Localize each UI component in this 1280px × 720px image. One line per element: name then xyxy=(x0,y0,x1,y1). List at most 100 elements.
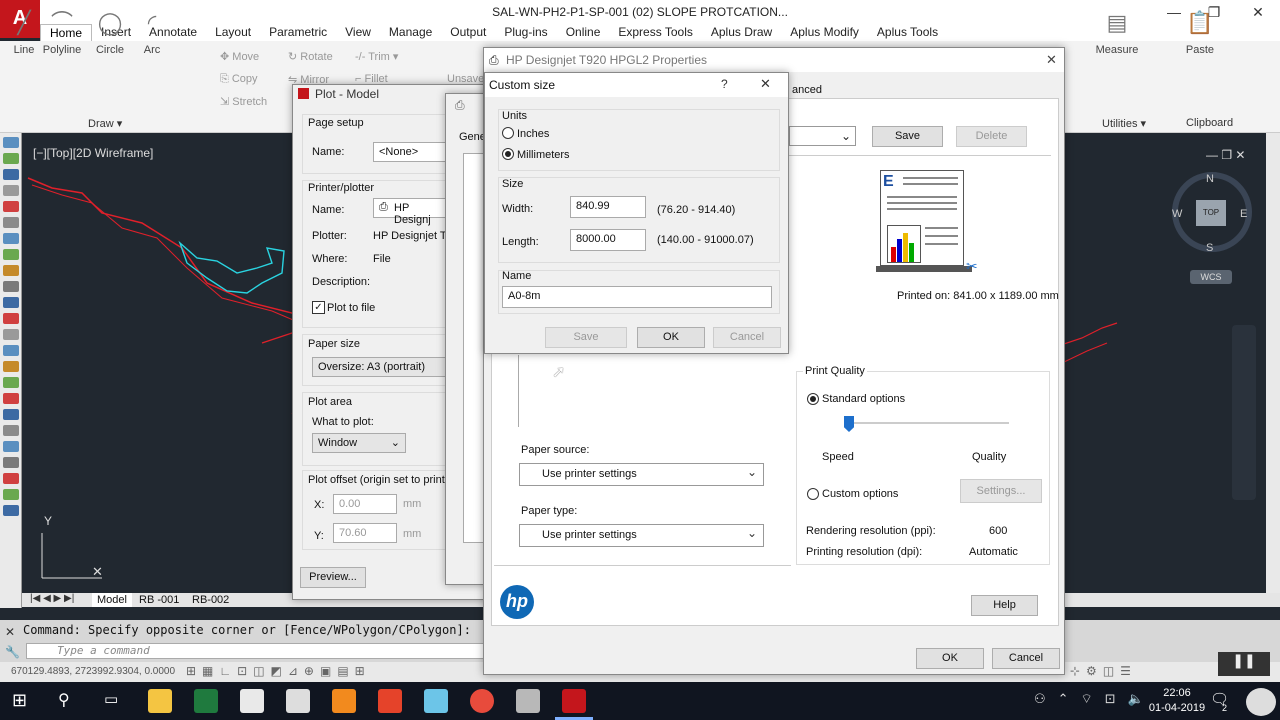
tool-icon[interactable] xyxy=(3,393,19,404)
tool-icon[interactable] xyxy=(3,153,19,164)
tab-express-tools[interactable]: Express Tools xyxy=(609,24,701,41)
close-icon[interactable]: ✕ xyxy=(760,76,771,92)
paper-type-select[interactable]: Use printer settings xyxy=(519,524,764,547)
tab-parametric[interactable]: Parametric xyxy=(260,24,336,41)
viewcube-top[interactable]: TOP xyxy=(1196,200,1226,226)
offset-x-input[interactable]: 0.00 xyxy=(333,494,397,514)
wcs-menu[interactable]: WCS xyxy=(1190,270,1232,284)
offset-y-input[interactable]: 70.60 xyxy=(333,523,397,543)
media-player-icon[interactable] xyxy=(240,689,264,713)
app-icon[interactable] xyxy=(424,689,448,713)
system-tray-icons[interactable]: ⚇⌃⌔⊡🔈 xyxy=(1034,691,1156,707)
tool-icon[interactable] xyxy=(3,409,19,420)
viewport-controls[interactable]: [−][Top][2D Wireframe] xyxy=(33,146,153,160)
tab-view[interactable]: View xyxy=(336,24,380,41)
custom-options-radio[interactable] xyxy=(807,488,819,501)
tool-icon[interactable] xyxy=(3,297,19,308)
tool-icon[interactable] xyxy=(3,265,19,276)
ok-button[interactable]: OK xyxy=(916,648,984,669)
custom-size-cancel-button[interactable]: Cancel xyxy=(713,327,781,348)
tool-icon[interactable] xyxy=(3,377,19,388)
millimeters-radio[interactable] xyxy=(502,148,514,161)
polyline-button[interactable]: ⌒ Polyline xyxy=(38,4,86,56)
tool-icon[interactable] xyxy=(3,441,19,452)
custom-size-ok-button[interactable]: OK xyxy=(637,327,705,348)
tab-aplus-tools[interactable]: Aplus Tools xyxy=(868,24,947,41)
preset-select[interactable]: ⌄ xyxy=(789,126,856,146)
status-tray-icons[interactable]: ⊹⚙◫☰ xyxy=(1070,664,1220,680)
tool-icon[interactable] xyxy=(3,201,19,212)
file-explorer-icon[interactable] xyxy=(148,689,172,713)
plot-to-file-checkbox[interactable]: ✓ xyxy=(312,301,325,314)
paper-size-select[interactable]: Oversize: A3 (portrait) xyxy=(312,357,452,377)
stretch-button[interactable]: ⇲ Stretch xyxy=(220,95,267,108)
help-icon[interactable]: ? xyxy=(721,77,728,91)
tool-icon[interactable] xyxy=(3,313,19,324)
tab-layout[interactable]: Layout xyxy=(206,24,260,41)
tool-icon[interactable] xyxy=(3,345,19,356)
quality-slider-track[interactable] xyxy=(845,422,1009,424)
preview-button[interactable]: Preview... xyxy=(300,567,366,588)
what-to-plot-select[interactable]: Window ⌄ xyxy=(312,433,406,453)
tab-plugins[interactable]: Plug-ins xyxy=(495,24,556,41)
printer-select[interactable]: ⎙ HP Designj xyxy=(373,198,453,226)
tool-icon[interactable] xyxy=(3,169,19,180)
pause-icon[interactable]: ❚❚ xyxy=(1218,652,1270,676)
circle-button[interactable]: ◯ Circle xyxy=(86,4,134,56)
tab-rb-001[interactable]: RB -001 xyxy=(134,593,184,607)
command-input[interactable]: Type a command xyxy=(26,643,496,659)
trim-button[interactable]: -/- Trim ▾ xyxy=(355,50,398,63)
taskbar-clock[interactable]: 22:06 01-04-2019 xyxy=(1147,686,1207,716)
tool-icon[interactable] xyxy=(3,489,19,500)
customize-icon[interactable]: 🔧 xyxy=(5,645,20,659)
tool-icon[interactable] xyxy=(3,473,19,484)
draw-panel-label[interactable]: Draw ▾ xyxy=(88,117,122,130)
close-command-icon[interactable]: ✕ xyxy=(5,625,15,639)
tool-icon[interactable] xyxy=(3,233,19,244)
app-icon[interactable] xyxy=(516,689,540,713)
cortana-avatar[interactable] xyxy=(1246,688,1276,716)
quality-settings-button[interactable]: Settings... xyxy=(960,479,1042,503)
standard-options-radio[interactable] xyxy=(807,393,819,406)
tool-icon[interactable] xyxy=(3,185,19,196)
close-icon[interactable]: ✕ xyxy=(1248,4,1268,21)
arc-button[interactable]: ◜ Arc xyxy=(128,4,176,56)
copy-button[interactable]: ⎘ Copy xyxy=(220,73,258,86)
chrome-icon[interactable] xyxy=(470,689,494,713)
tool-icon[interactable] xyxy=(3,425,19,436)
tab-model[interactable]: Model xyxy=(92,593,132,607)
tab-manage[interactable]: Manage xyxy=(380,24,441,41)
name-input[interactable]: A0-8m xyxy=(502,286,772,308)
tab-rb-002[interactable]: RB-002 xyxy=(187,593,234,607)
vlc-icon[interactable] xyxy=(332,689,356,713)
app-icon[interactable] xyxy=(378,689,402,713)
rotate-button[interactable]: ↻ Rotate xyxy=(288,50,333,63)
tool-icon[interactable] xyxy=(3,505,19,516)
tool-icon[interactable] xyxy=(3,361,19,372)
custom-size-save-button[interactable]: Save xyxy=(545,327,627,348)
paste-button[interactable]: 📋 Paste xyxy=(1176,4,1224,56)
width-input[interactable]: 840.99 xyxy=(570,196,646,218)
clipboard-panel-label[interactable]: Clipboard xyxy=(1186,117,1233,129)
calculator-icon[interactable] xyxy=(286,689,310,713)
autocad-taskbar-icon[interactable] xyxy=(562,689,586,713)
utilities-panel-label[interactable]: Utilities ▾ xyxy=(1102,117,1146,130)
drafting-toggles[interactable]: ⊞▦∟⊡◫◩⊿⊕▣▤⊞ xyxy=(186,664,481,680)
vertical-scrollbar[interactable] xyxy=(1266,133,1280,593)
tab-general[interactable]: Gene xyxy=(459,131,486,143)
tab-aplus-draw[interactable]: Aplus Draw xyxy=(702,24,781,41)
measure-button[interactable]: ▤ Measure xyxy=(1092,4,1142,56)
tool-icon[interactable] xyxy=(3,217,19,228)
tab-online[interactable]: Online xyxy=(557,24,610,41)
tab-advanced[interactable]: anced xyxy=(788,83,826,97)
viewport-window-controls[interactable]: — ❐ ✕ xyxy=(1206,148,1245,162)
inches-radio[interactable] xyxy=(502,127,514,140)
preset-save-button[interactable]: Save xyxy=(872,126,943,147)
help-button[interactable]: Help xyxy=(971,595,1038,616)
length-input[interactable]: 8000.00 xyxy=(570,229,646,251)
tool-icon[interactable] xyxy=(3,457,19,468)
search-icon[interactable]: ⚲ xyxy=(58,690,70,710)
tab-aplus-modify[interactable]: Aplus Modify xyxy=(781,24,868,41)
excel-icon[interactable] xyxy=(194,689,218,713)
tool-icon[interactable] xyxy=(3,329,19,340)
